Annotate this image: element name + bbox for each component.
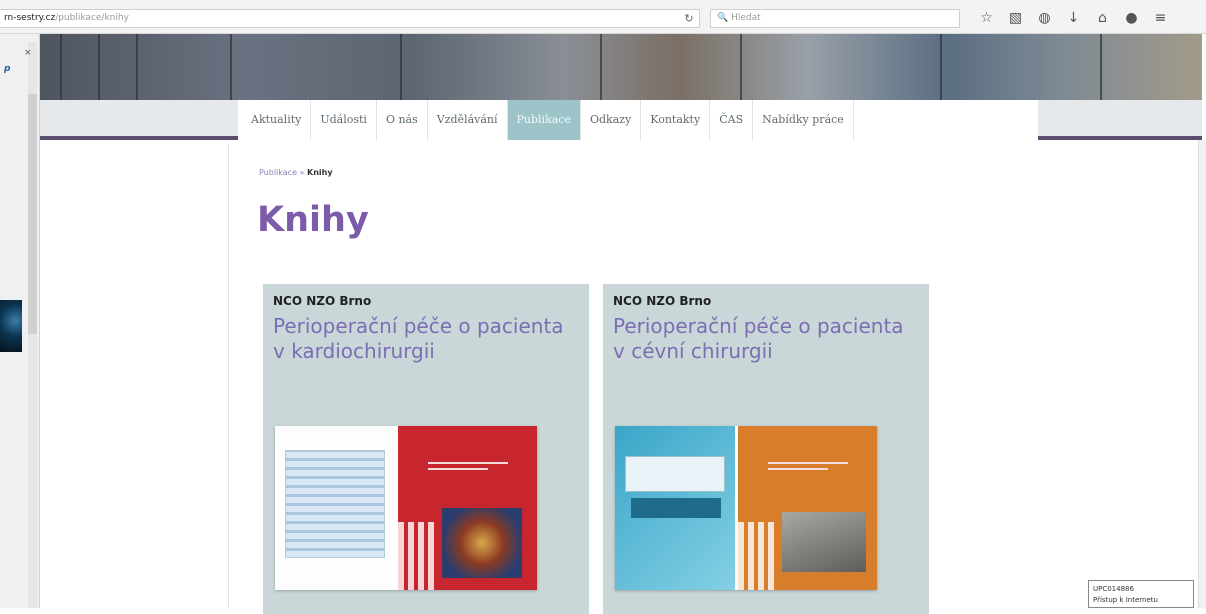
cover-photo — [782, 512, 866, 572]
app-icon[interactable]: p — [4, 64, 10, 74]
chat-icon[interactable]: ● — [1117, 8, 1146, 28]
pocket-icon[interactable]: ◍ — [1030, 8, 1059, 28]
main-nav: Aktuality Události O nás Vzdělávání Publ… — [40, 100, 1202, 140]
breadcrumb-link-publikace[interactable]: Publikace — [259, 168, 297, 177]
address-bar[interactable]: rn-sestry.cz/publikace/knihy — [0, 9, 700, 28]
page-title: Knihy — [257, 200, 369, 240]
cover-heart-image — [442, 508, 522, 578]
book-publisher: NCO NZO Brno — [273, 294, 372, 308]
header-banner — [40, 34, 1202, 100]
download-icon[interactable]: ↓ — [1059, 8, 1088, 28]
cover-product-box — [625, 456, 725, 492]
cover-pattern — [738, 522, 778, 590]
cover-front — [398, 426, 537, 590]
book-cover-image[interactable] — [275, 426, 537, 590]
nav-item-aktuality[interactable]: Aktuality — [242, 100, 312, 140]
network-tooltip: UPC014886 Přístup k Internetu — [1088, 580, 1194, 608]
nav-item-vzdelavani[interactable]: Vzdělávání — [428, 100, 508, 140]
sidebar-scroll-thumb[interactable] — [28, 94, 37, 334]
breadcrumb-current: Knihy — [307, 168, 333, 177]
cover-text-line — [768, 468, 828, 470]
nav-item-nabidky-prace[interactable]: Nabídky práce — [753, 100, 854, 140]
nav-menu: Aktuality Události O nás Vzdělávání Publ… — [238, 100, 1038, 140]
nav-item-publikace[interactable]: Publikace — [507, 100, 581, 140]
nav-item-odkazy[interactable]: Odkazy — [581, 100, 642, 140]
book-card[interactable]: NCO NZO Brno Perioperační péče o pacient… — [263, 284, 589, 614]
search-input[interactable]: 🔍 Hledat — [710, 9, 960, 28]
page-scrollbar[interactable] — [1198, 140, 1206, 608]
url-host: rn-sestry.cz — [4, 13, 56, 23]
tooltip-line-2: Přístup k Internetu — [1093, 596, 1158, 604]
cover-back — [275, 426, 395, 590]
book-card[interactable]: NCO NZO Brno Perioperační péče o pacient… — [603, 284, 929, 614]
nav-item-cas[interactable]: ČAS — [710, 100, 754, 140]
book-cover-image[interactable] — [615, 426, 877, 590]
breadcrumb-separator: » — [299, 168, 305, 177]
cover-text-line — [768, 462, 848, 464]
spine-illustration — [285, 450, 385, 558]
book-title[interactable]: Perioperační péče o pacienta v cévní chi… — [613, 314, 913, 364]
menu-icon[interactable]: ≡ — [1146, 8, 1175, 28]
toolbar-icons: ☆ ▧ ◍ ↓ ⌂ ● ≡ — [972, 8, 1175, 28]
nav-item-o-nas[interactable]: O nás — [377, 100, 428, 140]
cover-text-line — [428, 462, 508, 464]
tooltip-line-1: UPC014886 — [1093, 585, 1134, 593]
cover-front — [738, 426, 877, 590]
search-placeholder: Hledat — [731, 13, 761, 23]
browser-toolbar: rn-sestry.cz/publikace/knihy ↻ 🔍 Hledat … — [0, 0, 1206, 34]
cover-product-label — [631, 498, 721, 518]
close-icon[interactable]: × — [24, 48, 32, 58]
nav-item-kontakty[interactable]: Kontakty — [641, 100, 711, 140]
desktop-widget-icon — [0, 300, 22, 352]
reload-icon[interactable]: ↻ — [680, 11, 698, 26]
breadcrumb: Publikace » Knihy — [259, 168, 333, 177]
cover-text-line — [428, 468, 488, 470]
clipboard-icon[interactable]: ▧ — [1001, 8, 1030, 28]
bookmark-star-icon[interactable]: ☆ — [972, 8, 1001, 28]
book-publisher: NCO NZO Brno — [613, 294, 712, 308]
cover-pattern — [398, 522, 438, 590]
nav-item-udalosti[interactable]: Události — [311, 100, 377, 140]
cover-back — [615, 426, 735, 590]
url-path: /publikace/knihy — [55, 13, 129, 23]
home-icon[interactable]: ⌂ — [1088, 8, 1117, 28]
book-title[interactable]: Perioperační péče o pacienta v kardiochi… — [273, 314, 573, 364]
main-content: Publikace » Knihy Knihy NCO NZO Brno Per… — [228, 144, 1198, 614]
